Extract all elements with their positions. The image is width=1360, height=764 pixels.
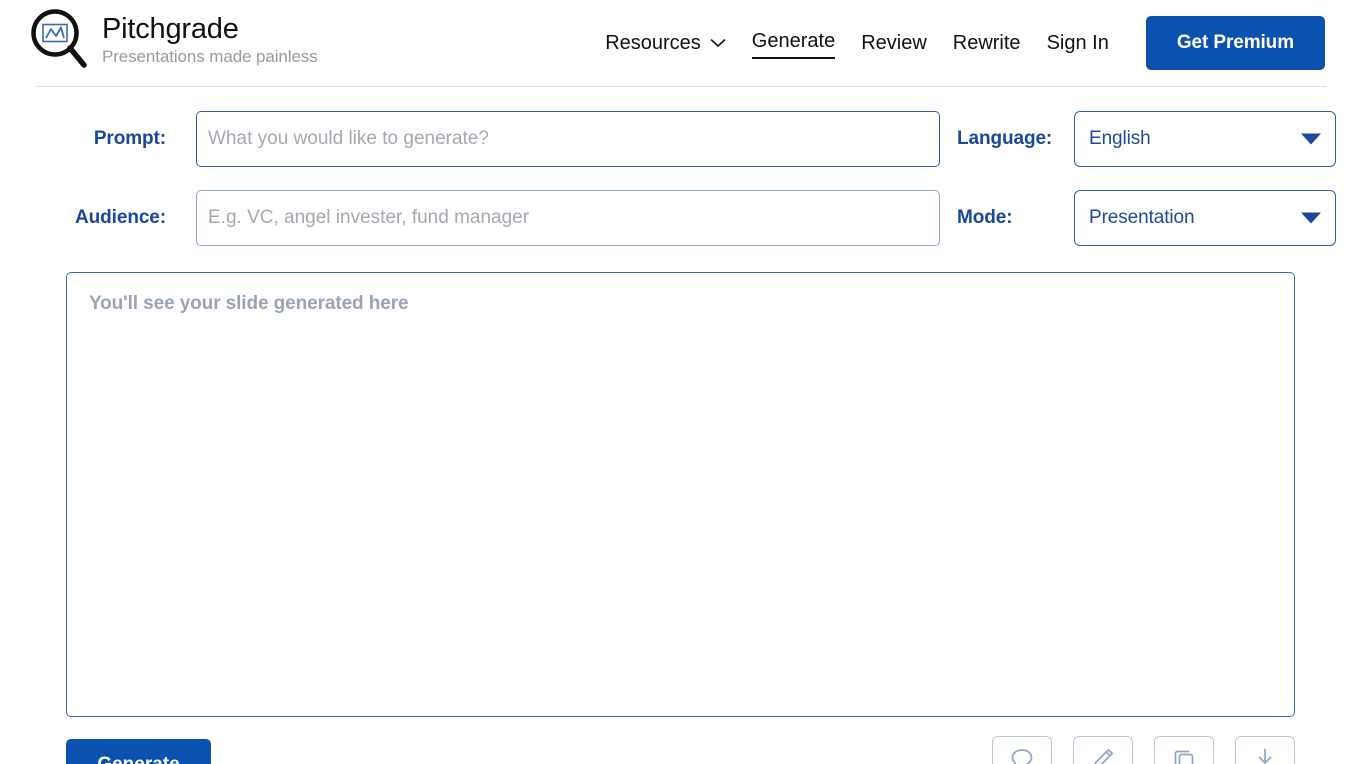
- audience-label: Audience:: [75, 207, 166, 228]
- nav-label-sign-in: Sign In: [1046, 32, 1109, 54]
- caret-down-icon: [1301, 212, 1321, 224]
- language-label: Language:: [957, 128, 1053, 149]
- nav-label-resources: Resources: [605, 32, 701, 54]
- download-icon: [1252, 746, 1278, 764]
- nav-label-review: Review: [861, 32, 927, 54]
- pencil-edit-icon: [1090, 746, 1116, 764]
- brand-logo-area[interactable]: Pitchgrade Presentations made painless: [30, 8, 318, 70]
- prompt-input[interactable]: [196, 111, 940, 167]
- caret-down-icon: [1301, 133, 1321, 145]
- nav-label-rewrite: Rewrite: [952, 32, 1021, 54]
- prompt-row: Prompt: Language: English: [0, 111, 1360, 167]
- brand-title: Pitchgrade: [102, 13, 239, 45]
- prompt-label: Prompt:: [93, 128, 166, 149]
- output-placeholder-text: You'll see your slide generated here: [89, 293, 409, 314]
- copy-duplicate-icon: [1171, 746, 1197, 764]
- mode-select-value: Presentation: [1089, 207, 1195, 228]
- copy-button[interactable]: [1154, 736, 1214, 764]
- magnifier-chart-icon: [30, 8, 88, 70]
- nav-item-sign-in[interactable]: Sign In: [1034, 30, 1122, 56]
- nav-item-review[interactable]: Review: [848, 30, 940, 56]
- header-divider: [36, 86, 1326, 87]
- chat-bubble-button[interactable]: [992, 736, 1052, 764]
- language-select-value: English: [1089, 128, 1151, 149]
- nav-item-rewrite[interactable]: Rewrite: [940, 30, 1034, 56]
- brand-tagline: Presentations made painless: [102, 47, 318, 66]
- mode-label: Mode:: [957, 207, 1013, 228]
- main-navigation: Resources Generate Review Rewrite Sign I…: [592, 0, 1325, 86]
- get-premium-button[interactable]: Get Premium: [1145, 16, 1325, 70]
- nav-label-generate: Generate: [751, 28, 836, 59]
- chat-bubble-icon: [1009, 746, 1035, 764]
- chevron-down-icon: [710, 38, 726, 48]
- language-select[interactable]: English: [1074, 111, 1336, 167]
- site-header: Pitchgrade Presentations made painless R…: [0, 0, 1360, 87]
- output-action-bar: [992, 736, 1295, 764]
- nav-item-generate[interactable]: Generate: [739, 28, 848, 59]
- edit-button[interactable]: [1073, 736, 1133, 764]
- language-select-box[interactable]: English: [1074, 111, 1336, 167]
- audience-row: Audience: Mode: Presentation: [0, 190, 1360, 246]
- mode-select[interactable]: Presentation: [1074, 190, 1336, 246]
- generate-button[interactable]: Generate: [66, 739, 211, 764]
- mode-select-box[interactable]: Presentation: [1074, 190, 1336, 246]
- download-button[interactable]: [1235, 736, 1295, 764]
- nav-item-resources[interactable]: Resources: [592, 30, 739, 56]
- slide-output-area[interactable]: You'll see your slide generated here: [66, 272, 1295, 717]
- audience-input[interactable]: [196, 190, 940, 246]
